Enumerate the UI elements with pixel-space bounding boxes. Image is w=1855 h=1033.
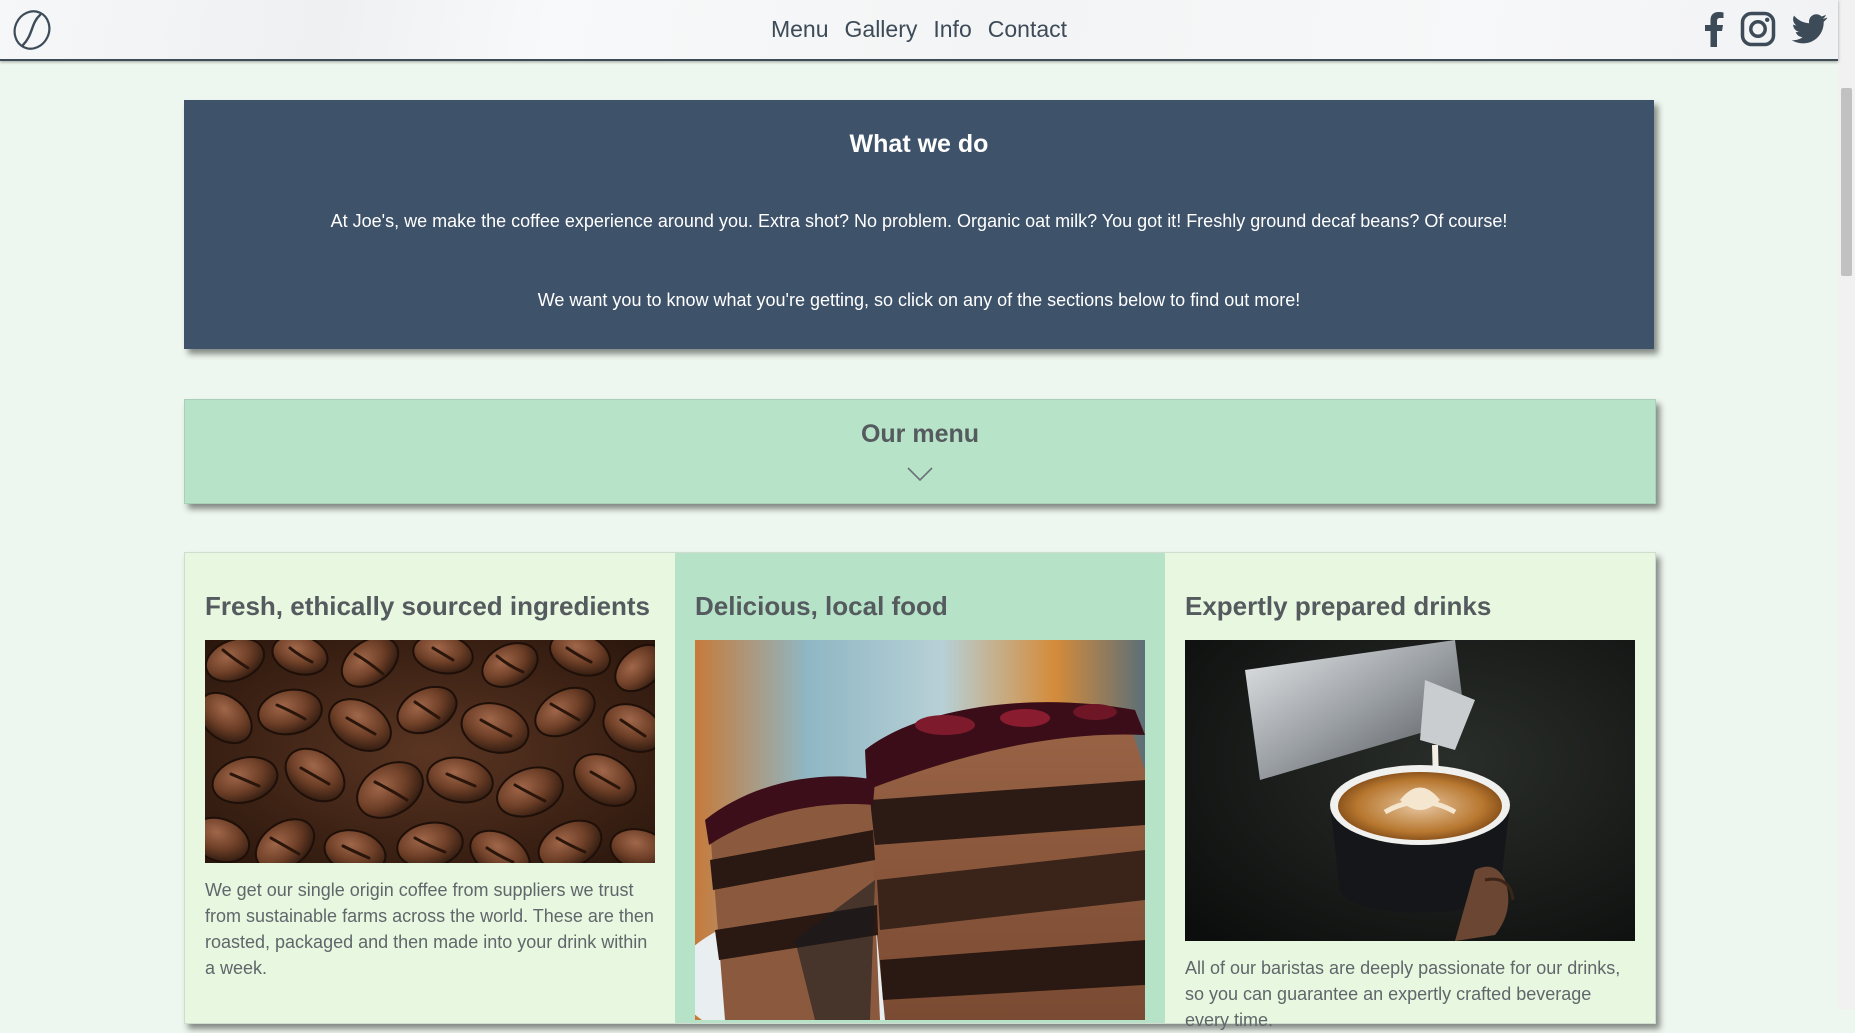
card-text: All of our baristas are deeply passionat… (1185, 958, 1621, 1030)
facebook-icon[interactable] (1704, 11, 1724, 52)
card-title: Delicious, local food (695, 591, 948, 621)
top-navigation-bar: Menu Gallery Info Contact (0, 0, 1838, 61)
what-we-do-paragraph: We want you to know what you're getting,… (537, 290, 1301, 310)
twitter-icon[interactable] (1791, 14, 1828, 49)
coffee-beans-photo (205, 640, 655, 863)
chocolate-cake-photo (695, 640, 1145, 1020)
card-title: Expertly prepared drinks (1185, 591, 1492, 621)
card-title: Fresh, ethically sourced ingredients (205, 591, 651, 621)
chevron-down-icon[interactable] (907, 467, 933, 481)
what-we-do-paragraph: At Joe's, we make the coffee experience … (330, 211, 1508, 231)
what-we-do-panel: What we do At Joe's, we make the coffee … (184, 100, 1654, 349)
nav-link-info[interactable]: Info (933, 16, 971, 43)
our-menu-title: Our menu (860, 420, 980, 448)
nav-link-contact[interactable]: Contact (988, 16, 1067, 43)
what-we-do-title: What we do (849, 130, 989, 158)
nav-link-menu[interactable]: Menu (771, 16, 829, 43)
card-text: We get our single origin coffee from sup… (205, 880, 654, 978)
latte-art-photo (1185, 640, 1635, 941)
card-ingredients[interactable]: Fresh, ethically sourced ingredients We … (185, 553, 675, 1023)
our-menu-toggle[interactable]: Our menu (184, 399, 1656, 504)
card-drinks[interactable]: Expertly prepared drinks All of our bari… (1165, 553, 1655, 1030)
nav-link-gallery[interactable]: Gallery (845, 16, 918, 43)
main-nav: Menu Gallery Info Contact (0, 0, 1838, 59)
card-food[interactable]: Delicious, local food (675, 553, 1165, 1023)
instagram-icon[interactable] (1740, 11, 1776, 52)
scrollbar-thumb[interactable] (1841, 88, 1852, 276)
page-scrollbar[interactable] (1838, 0, 1855, 1009)
feature-cards: Fresh, ethically sourced ingredients We … (184, 552, 1656, 1030)
social-links (1704, 11, 1828, 52)
